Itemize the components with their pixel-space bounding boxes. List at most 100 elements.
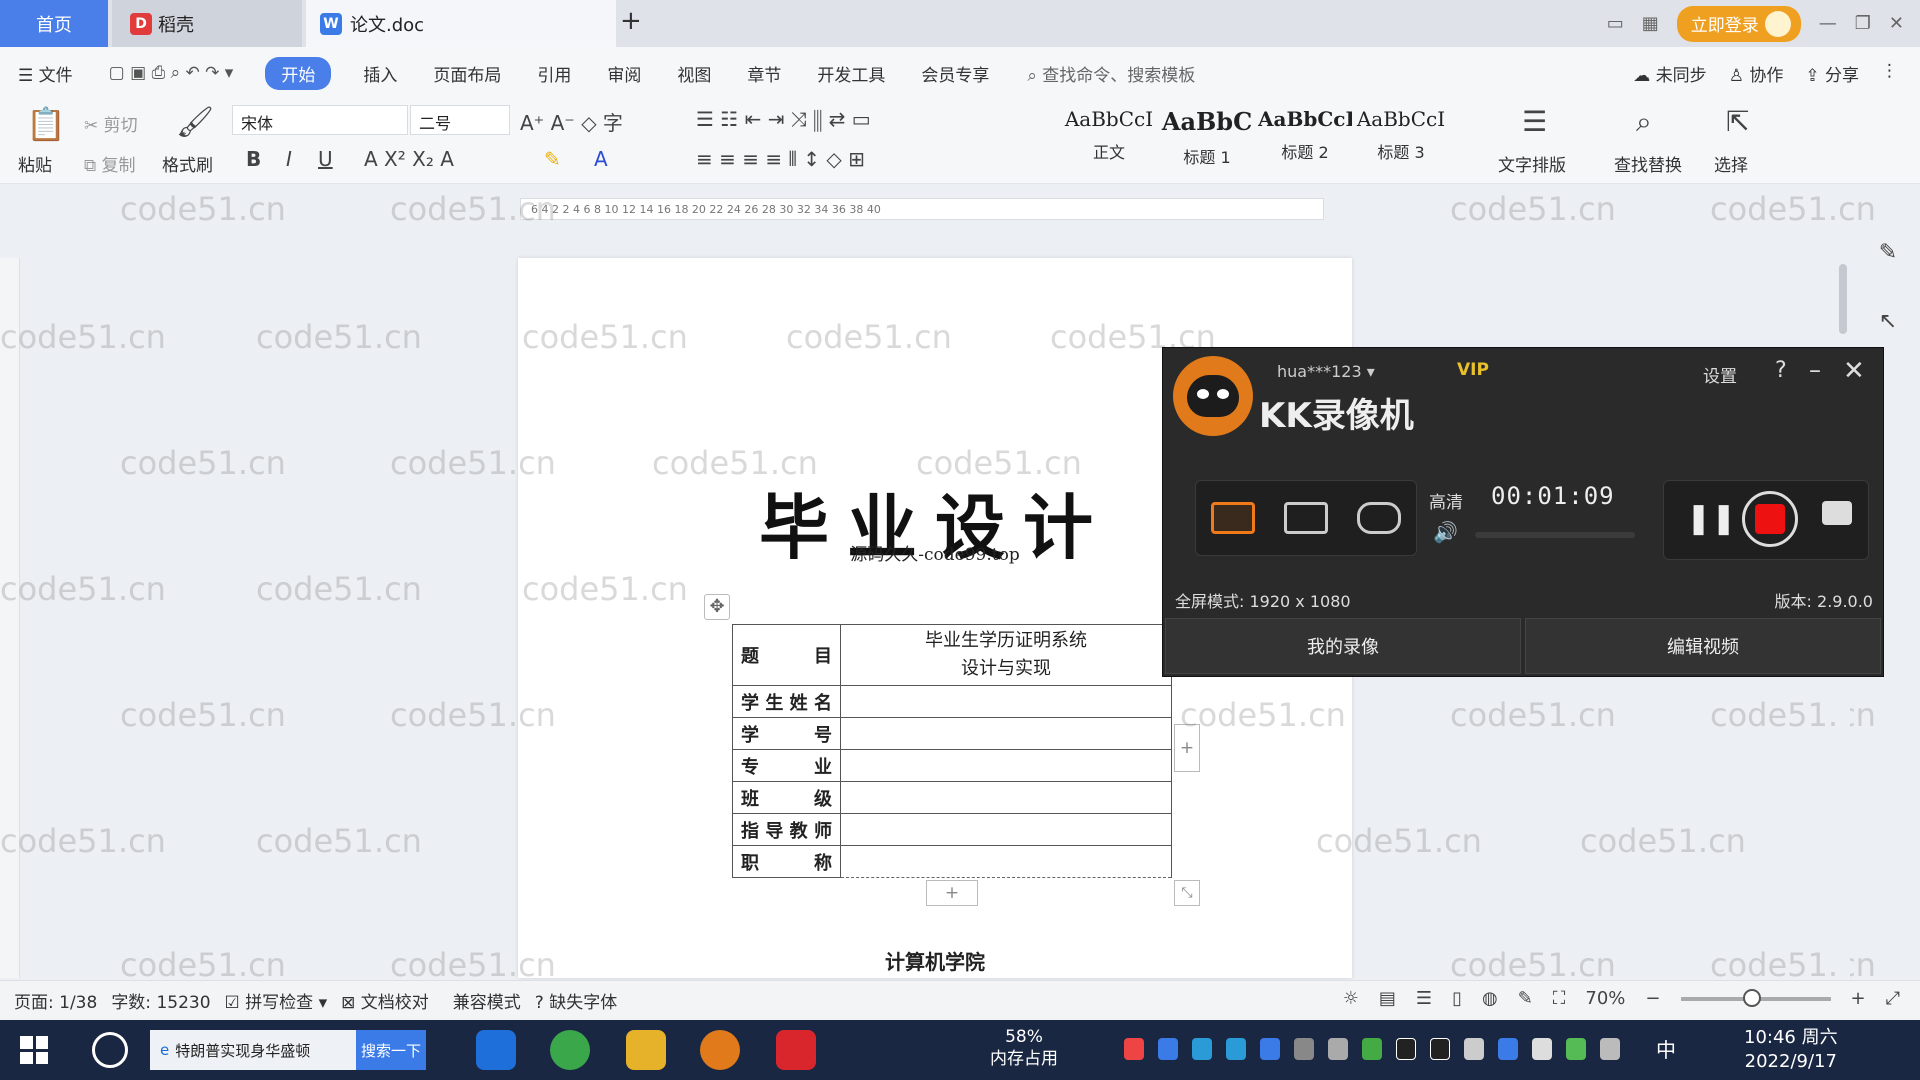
fullscreen-icon[interactable]: ⤢ — [1886, 988, 1900, 1009]
read-view-icon[interactable]: ▯ — [1452, 988, 1462, 1009]
kk-username[interactable]: hua***123 ▾ — [1277, 362, 1375, 381]
edit-video-button[interactable]: 编辑视频 — [1525, 618, 1881, 674]
sync-button[interactable]: ☁ 未同步 — [1633, 61, 1706, 86]
usb-icon[interactable] — [1532, 1038, 1552, 1060]
tray-app-icon[interactable] — [1226, 1038, 1246, 1060]
tray-app-icon[interactable] — [1192, 1038, 1212, 1060]
browser-logo-icon[interactable] — [92, 1032, 128, 1068]
zoom-out-icon[interactable]: − — [1645, 988, 1660, 1009]
paste-icon[interactable]: 📋 — [26, 105, 66, 143]
more-icon[interactable]: ⋮ — [1881, 61, 1898, 86]
menu-chapter[interactable]: 章节 — [729, 61, 799, 86]
menu-references[interactable]: 引用 — [519, 61, 589, 86]
underline-icon[interactable]: U — [318, 147, 333, 171]
kk-vip-badge[interactable]: VIP — [1457, 360, 1489, 380]
tab-home[interactable]: 首页 — [0, 0, 108, 47]
pause-icon[interactable]: ❚❚ — [1686, 501, 1736, 536]
cut-button[interactable]: ✂ 剪切 — [84, 111, 138, 136]
kk-close-icon[interactable]: ✕ — [1843, 356, 1865, 386]
file-menu[interactable]: ☰ 文件 — [0, 61, 91, 86]
shield-icon[interactable] — [1260, 1038, 1280, 1060]
menu-view[interactable]: 视图 — [659, 61, 729, 86]
row-value[interactable] — [840, 813, 1172, 846]
menu-page-layout[interactable]: 页面布局 — [415, 61, 519, 86]
taskbar-search-button[interactable]: 搜索一下 — [356, 1030, 426, 1070]
game-mode-icon[interactable] — [1357, 502, 1402, 534]
camera-icon[interactable] — [1822, 501, 1852, 525]
cursor-icon[interactable]: ↖ — [1879, 309, 1897, 334]
menu-review[interactable]: 审阅 — [589, 61, 659, 86]
ime-indicator[interactable]: 中 — [1656, 1034, 1676, 1063]
align-icons[interactable]: ≡ ≡ ≡ ≡ ⫴ ↕ ◇ ⊞ — [696, 147, 865, 171]
quick-access-icons[interactable]: ▢ ▣ ⎙ ⌕ ↶ ↷ ▾ — [91, 63, 252, 83]
row-value[interactable] — [840, 717, 1172, 750]
text-effects-icons[interactable]: A X² X₂ A — [364, 147, 454, 171]
speaker-icon[interactable] — [1600, 1038, 1620, 1060]
add-row-button[interactable]: + — [926, 880, 978, 906]
web-view-icon[interactable]: ◍ — [1482, 988, 1498, 1009]
row-value[interactable]: 毕业生学历证明系统 设计与实现 — [840, 624, 1172, 686]
tray-app-icon[interactable] — [1158, 1038, 1178, 1060]
zoom-slider-thumb[interactable] — [1742, 988, 1761, 1007]
qq-icon[interactable] — [1430, 1038, 1450, 1060]
tab-document[interactable]: W 论文.doc — [306, 0, 616, 47]
style-heading-1[interactable]: AaBbC 标题 1 — [1160, 107, 1254, 179]
zoom-level[interactable]: 70% — [1585, 988, 1625, 1009]
text-layout-icon[interactable]: ☰ — [1522, 105, 1547, 138]
spell-check-button[interactable]: ☑ 拼写检查 ▾ — [225, 988, 328, 1013]
close-icon[interactable]: ✕ — [1889, 13, 1904, 34]
font-grow-icon[interactable]: A⁺ A⁻ ◇ 字 — [520, 107, 623, 136]
taskbar-clock[interactable]: 10:46 周六 2022/9/17 — [1744, 1026, 1838, 1074]
missing-font-button[interactable]: ? 缺失字体 — [535, 988, 617, 1013]
wifi-icon[interactable] — [1294, 1038, 1314, 1060]
table-move-handle[interactable]: ✥ — [704, 594, 730, 620]
zoom-in-icon[interactable]: + — [1851, 988, 1866, 1009]
font-color-icon[interactable]: A — [594, 147, 608, 171]
kk-quality-select[interactable]: 高清 — [1429, 488, 1463, 513]
bluetooth-icon[interactable] — [1498, 1038, 1518, 1060]
kk-help-button[interactable]: ? — [1775, 358, 1787, 383]
outline-view-icon[interactable]: ☰ — [1416, 988, 1432, 1009]
battery-icon[interactable] — [1464, 1038, 1484, 1060]
text-layout-button[interactable]: 文字排版 — [1498, 151, 1566, 176]
select-button[interactable]: 选择 — [1714, 151, 1748, 176]
qq-icon[interactable] — [1396, 1038, 1416, 1060]
page-view-icon[interactable]: ▤ — [1379, 988, 1396, 1009]
write-mode-icon[interactable]: ✎ — [1518, 988, 1533, 1009]
table-resize-handle[interactable]: ⤡ — [1174, 880, 1200, 906]
zoom-slider[interactable] — [1680, 988, 1831, 1007]
bold-icon[interactable]: B — [246, 147, 261, 171]
tray-app-icon[interactable] — [1362, 1038, 1382, 1060]
menu-dev-tools[interactable]: 开发工具 — [799, 61, 903, 86]
list-icons[interactable]: ☰ ☷ ⇤ ⇥ ⤨ ⫼ ⇄ ▭ — [696, 107, 871, 131]
kk-minimize-icon[interactable]: – — [1809, 356, 1821, 384]
maximize-icon[interactable]: ❐ — [1855, 13, 1871, 34]
paste-button[interactable]: 粘贴 — [18, 151, 52, 176]
share-button[interactable]: ⇪ 分享 — [1805, 61, 1859, 86]
volume-icon[interactable]: 🔊 — [1433, 520, 1458, 544]
memory-usage[interactable]: 58% 内存占用 — [990, 1026, 1058, 1070]
collab-button[interactable]: ♙ 协作 — [1729, 61, 1784, 86]
screen-mode-icon[interactable] — [1210, 502, 1255, 534]
pen-icon[interactable]: ✎ — [1879, 240, 1897, 265]
fit-page-icon[interactable]: ⛶ — [1553, 988, 1566, 1009]
row-value[interactable] — [840, 749, 1172, 782]
info-table[interactable]: 题 目 毕业生学历证明系统 设计与实现 学生姓名 学 号 专 业 班 级 指导教… — [732, 624, 1172, 878]
browser-360-icon[interactable] — [550, 1030, 590, 1070]
stop-record-button[interactable] — [1742, 491, 1798, 547]
highlight-icon[interactable]: ✎ — [544, 147, 561, 171]
find-replace-button[interactable]: 查找替换 — [1614, 151, 1682, 176]
kk-recorder-taskbar-icon[interactable] — [700, 1030, 740, 1070]
copy-button[interactable]: ⧉ 复制 — [84, 151, 136, 176]
login-button[interactable]: 立即登录 — [1676, 5, 1801, 42]
format-painter-button[interactable]: 格式刷 — [162, 151, 213, 176]
menu-member[interactable]: 会员专享 — [903, 61, 1007, 86]
cursor-select-icon[interactable]: ⇱ — [1726, 105, 1749, 138]
page-count[interactable]: 页面: 1/38 — [14, 988, 97, 1013]
wps-taskbar-icon[interactable] — [776, 1030, 816, 1070]
apps-grid-icon[interactable]: ▦ — [1642, 13, 1659, 34]
region-mode-icon[interactable] — [1283, 502, 1328, 534]
style-heading-2[interactable]: AaBbCcI 标题 2 — [1258, 107, 1352, 179]
file-explorer-icon[interactable] — [626, 1030, 666, 1070]
find-icon[interactable]: ⌕ — [1636, 105, 1652, 139]
